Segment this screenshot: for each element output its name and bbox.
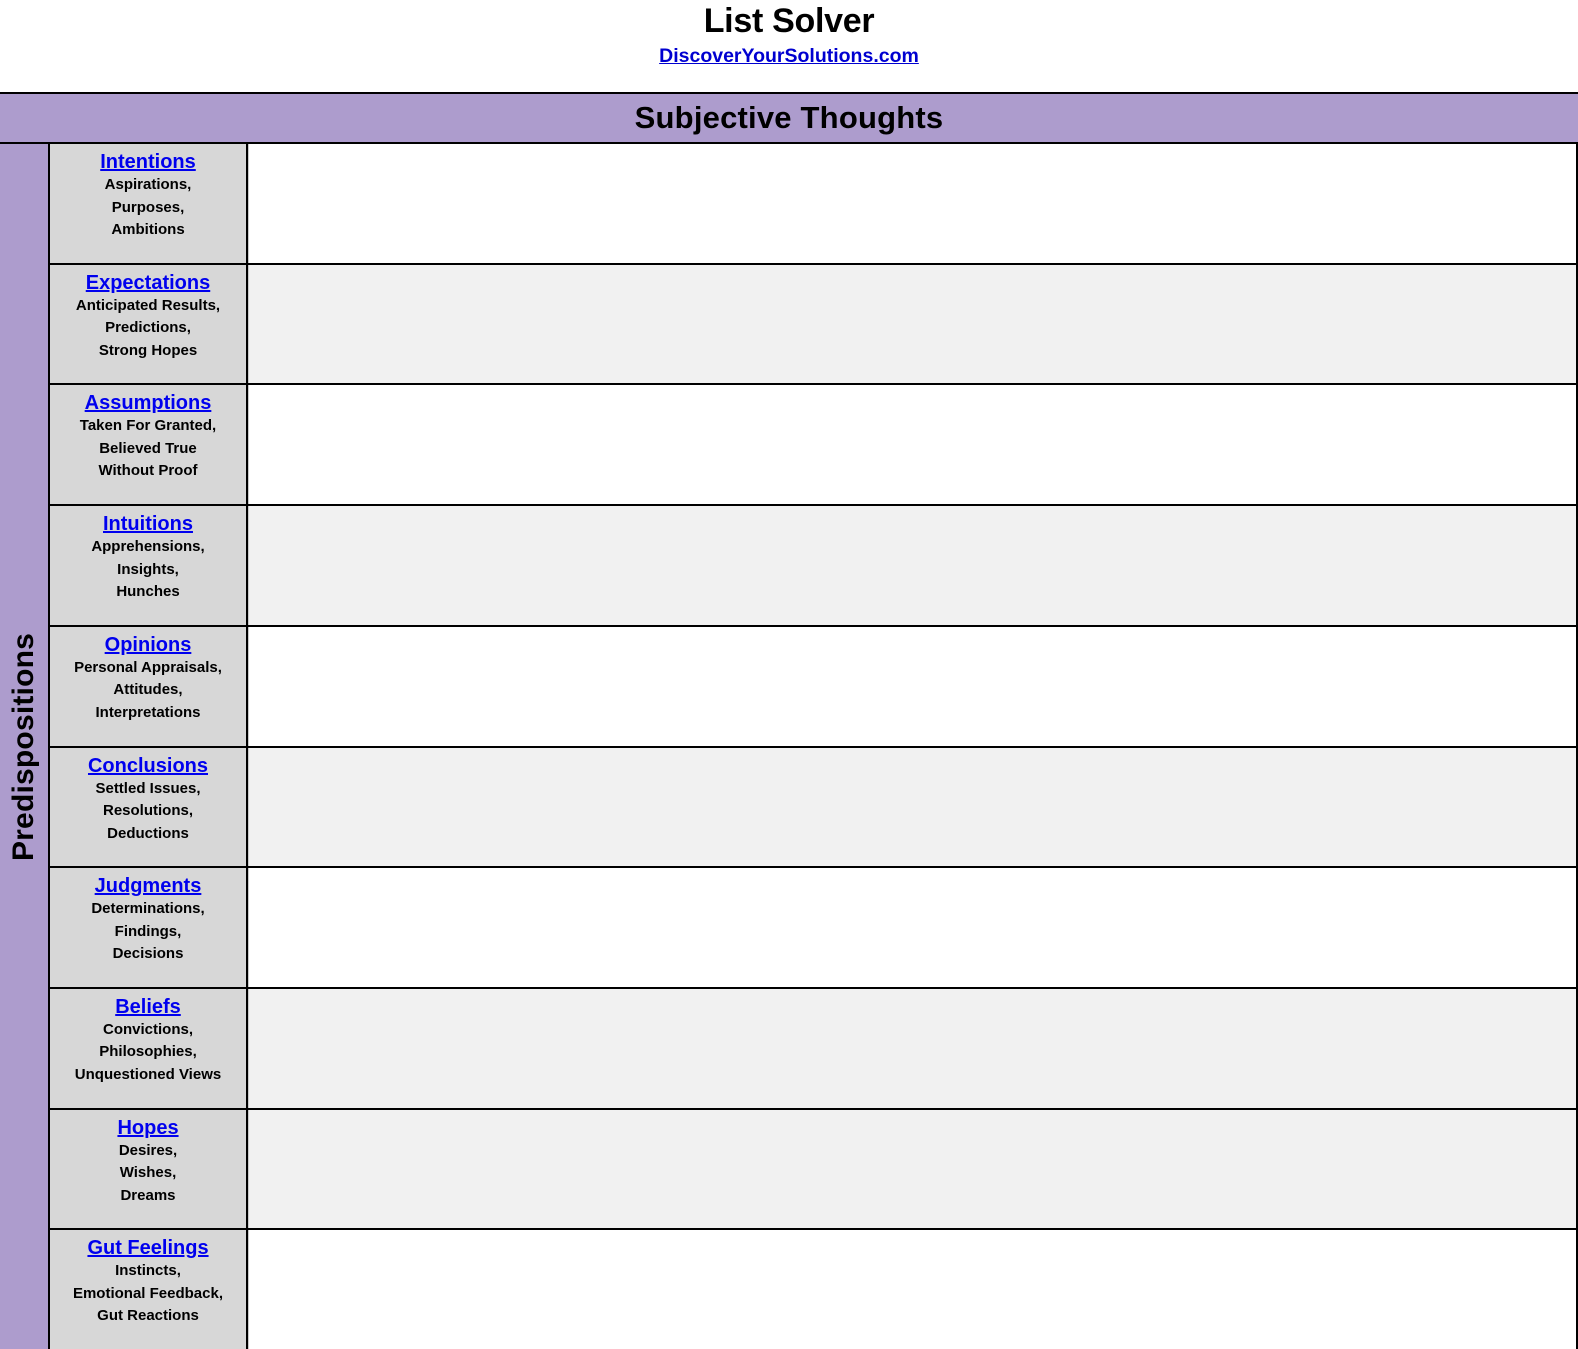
row-description-line: Resolutions, — [102, 802, 193, 820]
table-row: Opinions Personal Appraisals, Attitudes, In… — [50, 626, 1576, 748]
row-term-link[interactable]: Intentions — [100, 150, 196, 174]
row-description-line: Anticipated Results, — [75, 296, 221, 314]
row-entry-field[interactable] — [248, 144, 1576, 263]
row-term-link[interactable]: Hopes — [117, 1116, 178, 1140]
row-description-line: Desires, — [118, 1141, 178, 1159]
predispositions-rail: Predispositions — [0, 144, 50, 1349]
rail-label: Predispositions — [7, 632, 40, 861]
matrix-rows: Intentions Aspirations, Purposes, Ambitions… — [50, 144, 1578, 1349]
row-label-gut-feelings: Gut Feelings Instincts, Emotional Feedback… — [50, 1230, 248, 1349]
row-label-intentions: Intentions Aspirations, Purposes, Ambitions — [50, 144, 248, 263]
row-description-line: Interpretations — [95, 703, 201, 721]
row-label-assumptions: Assumptions Taken For Granted, Believed Tr… — [50, 385, 248, 505]
row-description-line: Taken For Granted, — [79, 417, 217, 435]
table-row: Intentions Aspirations, Purposes, Ambitions — [50, 144, 1576, 265]
section-title: Subjective Thoughts — [634, 100, 944, 135]
row-description-line: Believed True — [99, 439, 197, 457]
row-description-line: Philosophies, — [99, 1043, 197, 1061]
row-description-line: Wishes, — [119, 1164, 177, 1182]
row-term-link[interactable]: Opinions — [105, 633, 192, 657]
row-description-line: Dreams — [120, 1186, 176, 1204]
row-term-link[interactable]: Conclusions — [88, 754, 208, 778]
masthead: List Solver DiscoverYourSolutions.com — [0, 0, 1578, 92]
row-label-conclusions: Conclusions Settled Issues, Resolutions, De… — [50, 747, 248, 867]
row-description-line: Purposes, — [111, 198, 185, 216]
row-description-line: Without Proof — [98, 462, 198, 480]
row-description-line: Settled Issues, — [95, 779, 201, 797]
row-description-line: Apprehensions, — [91, 538, 205, 556]
row-term-link[interactable]: Judgments — [95, 874, 202, 898]
row-term-link[interactable]: Beliefs — [115, 995, 181, 1019]
row-description-line: Personal Appraisals, — [74, 658, 222, 676]
table-row: Expectations Anticipated Results, Predicti… — [50, 264, 1576, 386]
row-description-line: Attitudes, — [113, 681, 183, 699]
row-description-line: Gut Reactions — [97, 1307, 199, 1325]
row-term-link[interactable]: Gut Feelings — [87, 1236, 208, 1260]
row-description-line: Unquestioned Views — [74, 1065, 222, 1083]
row-label-hopes: Hopes Desires, Wishes, Dreams — [50, 1109, 248, 1229]
table-row: Judgments Determinations, Findings, Decisio… — [50, 868, 1576, 989]
row-entry-field[interactable] — [248, 747, 1576, 867]
row-description-line: Hunches — [116, 583, 180, 601]
row-label-opinions: Opinions Personal Appraisals, Attitudes, In… — [50, 626, 248, 746]
table-row: Intuitions Apprehensions, Insights, Hunches — [50, 506, 1576, 627]
row-entry-field[interactable] — [248, 1109, 1576, 1229]
row-description-line: Aspirations, — [104, 176, 192, 193]
table-row: Hopes Desires, Wishes, Dreams — [50, 1109, 1576, 1231]
row-description-line: Deductions — [107, 824, 189, 842]
row-description-line: Emotional Feedback, — [72, 1284, 224, 1302]
row-label-intuitions: Intuitions Apprehensions, Insights, Hunches — [50, 506, 248, 625]
row-description-line: Decisions — [112, 945, 184, 963]
table-row: Beliefs Convictions, Philosophies, Unquesti… — [50, 988, 1576, 1110]
row-entry-field[interactable] — [248, 988, 1576, 1108]
row-description-line: Insights, — [117, 560, 179, 578]
row-term-link[interactable]: Intuitions — [103, 512, 193, 536]
table-row: Assumptions Taken For Granted, Believed Tr… — [50, 385, 1576, 507]
row-description-line: Strong Hopes — [98, 341, 198, 359]
row-term-link[interactable]: Expectations — [86, 271, 210, 295]
row-entry-field[interactable] — [248, 626, 1576, 746]
row-description-line: Instincts, — [115, 1262, 181, 1280]
section-banner: Subjective Thoughts — [0, 92, 1578, 144]
row-label-judgments: Judgments Determinations, Findings, Decisio… — [50, 868, 248, 987]
row-entry-field[interactable] — [248, 868, 1576, 987]
page-title: List Solver — [703, 2, 875, 40]
row-label-expectations: Expectations Anticipated Results, Predicti… — [50, 264, 248, 384]
row-description-line: Predictions, — [105, 319, 191, 337]
row-description-line: Convictions, — [102, 1020, 193, 1038]
row-description-line: Determinations, — [91, 900, 205, 918]
row-entry-field[interactable] — [248, 506, 1576, 625]
predispositions-matrix: Predispositions Intentions Aspirations, Pu… — [0, 144, 1578, 1349]
table-row: Gut Feelings Instincts, Emotional Feedback… — [50, 1230, 1576, 1349]
row-term-link[interactable]: Assumptions — [85, 391, 212, 415]
row-description-line: Findings, — [114, 922, 182, 940]
table-row: Conclusions Settled Issues, Resolutions, De… — [50, 747, 1576, 869]
row-entry-field[interactable] — [248, 1230, 1576, 1349]
site-link[interactable]: DiscoverYourSolutions.com — [659, 45, 919, 68]
row-entry-field[interactable] — [248, 264, 1576, 384]
row-label-beliefs: Beliefs Convictions, Philosophies, Unquesti… — [50, 988, 248, 1108]
row-entry-field[interactable] — [248, 385, 1576, 505]
row-description-line: Ambitions — [111, 221, 185, 238]
